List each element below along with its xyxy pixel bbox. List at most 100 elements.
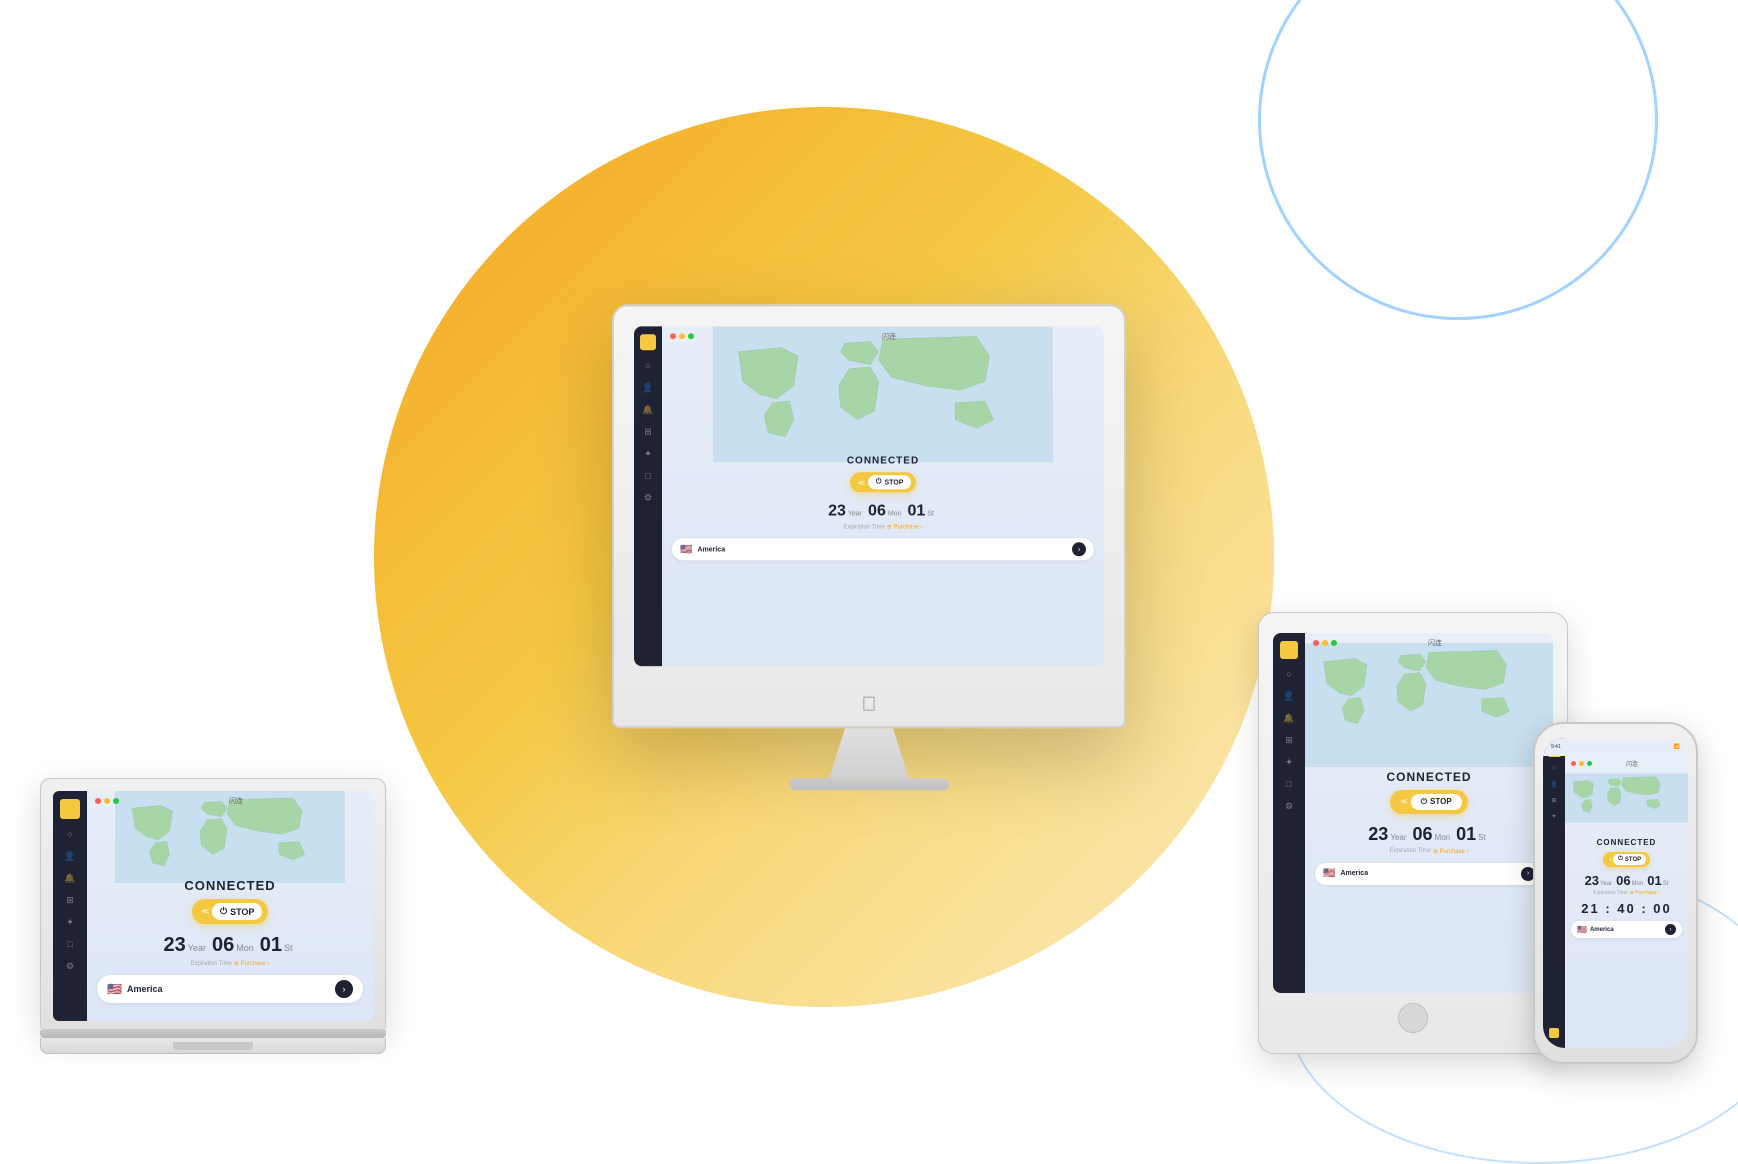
imac-icon-user: 👤 — [641, 380, 655, 394]
phone-location-name: America — [1590, 927, 1662, 933]
tablet-purchase-link[interactable]: ⊕ Purchase › — [1433, 848, 1469, 855]
imac-frame: ⚡ ○ 👤 🔔 ⊞ ✦ □ ⚙ — [612, 304, 1126, 790]
tablet-status: CONNECTED << ⏻ STOP 23 Year — [1305, 770, 1553, 885]
laptop-icon-7: ⚙ — [63, 959, 77, 973]
tablet-icon-7: ⚙ — [1282, 799, 1296, 813]
laptop-expiry-row: 23 Year 06 Mon 01 St — [164, 934, 297, 957]
laptop-power-button[interactable]: << ⏻ STOP — [192, 899, 269, 924]
laptop-location-row[interactable]: 🇺🇸 America › — [97, 975, 363, 1003]
phone-icon-4: ✦ — [1549, 811, 1559, 821]
tablet-connected-label: CONNECTED — [1386, 770, 1471, 784]
tablet-icon-2: 👤 — [1282, 689, 1296, 703]
laptop-frame: ⚡ ○ 👤 🔔 ⊞ ✦ □ ⚙ — [40, 778, 386, 1054]
tablet-month-num: 06 — [1413, 824, 1433, 845]
tablet-expiry-label: Expiration Time ⊕ Purchase › — [1389, 848, 1468, 855]
tablet-icon-4: ⊞ — [1282, 733, 1296, 747]
tablet-logo: ⚡ — [1280, 641, 1298, 659]
tablet-icon-6: □ — [1282, 777, 1296, 791]
phone-frame: 9:41 📶 闪连 ⚡ ○ 👤 ⊞ ✦ — [1533, 722, 1698, 1064]
tablet-vpn-app: ⚡ ○ 👤 🔔 ⊞ ✦ □ ⚙ — [1273, 633, 1553, 993]
imac-power-button[interactable]: << ⏻ STOP — [850, 472, 917, 492]
phone-main: CONNECTED « ⏻ STOP 23 Year 06 — [1565, 738, 1688, 1048]
phone-connected-label: CONNECTED — [1597, 838, 1657, 847]
imac-stop-pill[interactable]: ⏻ STOP — [868, 475, 911, 489]
laptop-logo: ⚡ — [60, 799, 80, 819]
phone-time: 9:41 — [1551, 744, 1561, 750]
laptop-hinge — [40, 1030, 386, 1038]
imac-icon-bell: 🔔 — [641, 402, 655, 416]
phone-power-button[interactable]: « ⏻ STOP — [1603, 852, 1650, 867]
phone-purchase-link[interactable]: ⊕ Purchase › — [1630, 890, 1660, 896]
laptop-status: CONNECTED << ⏻ STOP 23 Year — [87, 878, 373, 1003]
imac-expiry-label: Expiration Time ⊕ Purchase › — [843, 523, 922, 530]
tablet-day-unit: St — [1478, 833, 1486, 842]
blue-arc-top — [1258, 0, 1658, 320]
imac-stop-label: STOP — [884, 479, 903, 486]
phone-day-num: 01 — [1647, 873, 1661, 888]
laptop-location-arrow[interactable]: › — [335, 980, 353, 998]
imac-purchase-link[interactable]: ⊕ Purchase › — [887, 523, 923, 530]
laptop-stop-pill[interactable]: ⏻ STOP — [212, 903, 262, 920]
imac-power-icon: ⏻ — [876, 478, 882, 486]
laptop-lid: ⚡ ○ 👤 🔔 ⊞ ✦ □ ⚙ — [40, 778, 386, 1030]
tablet-location-row[interactable]: 🇺🇸 America › — [1315, 863, 1543, 885]
laptop-sidebar: ⚡ ○ 👤 🔔 ⊞ ✦ □ ⚙ — [53, 791, 87, 1021]
phone-body: 9:41 📶 闪连 ⚡ ○ 👤 ⊞ ✦ — [1533, 722, 1698, 1064]
laptop-main: 闪连 CONNECTED << ⏻ STOP — [87, 791, 373, 1021]
tablet-year-unit: Year — [1390, 833, 1406, 842]
tablet-screen: ⚡ ○ 👤 🔔 ⊞ ✦ □ ⚙ — [1273, 633, 1553, 993]
tablet-icon-3: 🔔 — [1282, 711, 1296, 725]
laptop-base — [40, 1038, 386, 1054]
imac-tl-red — [670, 333, 676, 339]
imac-vpn-app: ⚡ ○ 👤 🔔 ⊞ ✦ □ ⚙ — [634, 326, 1104, 666]
laptop-power-icon: ⏻ — [220, 906, 227, 917]
laptop-purchase-link[interactable]: ⊕ Purchase › — [234, 960, 270, 967]
tablet-tl-red — [1313, 640, 1319, 646]
phone-chevrons: « — [1609, 857, 1610, 863]
tablet-power-button[interactable]: << ⏻ STOP — [1390, 790, 1467, 814]
phone-month-unit: Mon — [1632, 881, 1644, 887]
imac-month-num: 06 — [868, 502, 886, 520]
phone-icon-bottom — [1549, 1028, 1559, 1038]
phone-stop-pill[interactable]: ⏻ STOP — [1613, 854, 1646, 865]
tablet-month-unit: Mon — [1435, 833, 1451, 842]
phone-sidebar: ⚡ ○ 👤 ⊞ ✦ — [1543, 738, 1565, 1048]
imac-base — [789, 778, 949, 790]
laptop-titlebar: 闪连 — [87, 791, 373, 811]
tablet-home-button[interactable] — [1398, 1003, 1428, 1033]
imac-day-unit: St — [927, 510, 934, 517]
phone-month-num: 06 — [1616, 873, 1630, 888]
laptop-year-num: 23 — [164, 934, 186, 957]
laptop-icon-6: □ — [63, 937, 77, 951]
phone-power-icon: ⏻ — [1618, 856, 1623, 863]
laptop-vpn-app: ⚡ ○ 👤 🔔 ⊞ ✦ □ ⚙ — [53, 791, 373, 1021]
imac-app-title: 闪连 — [682, 331, 1096, 341]
laptop-day-num: 01 — [260, 934, 282, 957]
phone-screen: 9:41 📶 闪连 ⚡ ○ 👤 ⊞ ✦ — [1543, 738, 1688, 1048]
tablet-frame: ⚡ ○ 👤 🔔 ⊞ ✦ □ ⚙ — [1258, 612, 1568, 1054]
laptop-year-unit: Year — [188, 943, 206, 953]
laptop-flag: 🇺🇸 — [107, 982, 122, 996]
imac-flag: 🇺🇸 — [680, 544, 692, 555]
phone-expiry-row: 23 Year 06 Mon 01 St — [1585, 873, 1669, 888]
tablet-location-name: America — [1340, 870, 1516, 877]
imac-icon-grid: ⊞ — [641, 424, 655, 438]
laptop-connected-label: CONNECTED — [184, 878, 275, 893]
imac-icon-globe: ○ — [641, 358, 655, 372]
apple-logo:  — [862, 693, 877, 716]
laptop-month-num: 06 — [212, 934, 234, 957]
imac-sidebar: ⚡ ○ 👤 🔔 ⊞ ✦ □ ⚙ — [634, 326, 662, 666]
imac-icon-square: □ — [641, 468, 655, 482]
phone-location-row[interactable]: 🇺🇸 America › — [1571, 921, 1682, 938]
imac-location-row[interactable]: 🇺🇸 America › — [672, 538, 1094, 560]
imac-location-arrow[interactable]: › — [1072, 542, 1086, 556]
laptop-expiry-label: Expiration Time ⊕ Purchase › — [190, 960, 269, 967]
tablet-stop-pill[interactable]: ⏻ STOP — [1411, 794, 1462, 810]
imac-map — [662, 326, 1104, 462]
tablet-chevrons: << — [1400, 797, 1405, 806]
tablet-stop-label: STOP — [1430, 797, 1452, 806]
laptop-app-title: 闪连 — [107, 796, 365, 806]
laptop-screen: ⚡ ○ 👤 🔔 ⊞ ✦ □ ⚙ — [53, 791, 373, 1021]
phone-location-arrow[interactable]: › — [1665, 924, 1676, 935]
phone-status-area: CONNECTED « ⏻ STOP 23 Year 06 — [1565, 838, 1688, 938]
